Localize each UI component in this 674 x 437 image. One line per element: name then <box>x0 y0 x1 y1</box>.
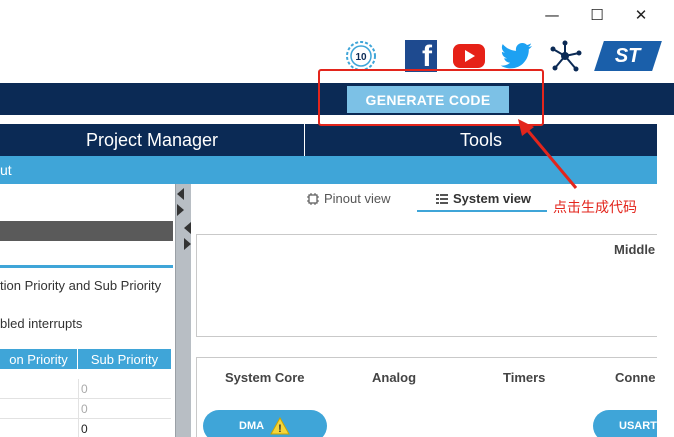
left-panel-divider <box>0 265 173 268</box>
maximize-button[interactable]: ☐ <box>585 4 609 26</box>
grid-list-icon <box>436 193 448 204</box>
right-window-edge <box>657 124 674 437</box>
sub-tab-label[interactable]: ut <box>0 162 12 178</box>
minimize-button[interactable]: — <box>540 4 564 26</box>
chip-icon <box>307 192 319 205</box>
middleware-box <box>196 234 666 337</box>
sub-priority-cell: 0 <box>78 379 88 399</box>
pinout-view-tab[interactable]: Pinout view <box>306 191 390 206</box>
left-panel-header-bar <box>0 221 173 241</box>
column-header-sub-priority[interactable]: Sub Priority <box>78 349 171 369</box>
table-row[interactable]: 0 <box>0 379 171 399</box>
system-view-active-indicator <box>417 210 547 212</box>
warning-icon: ! <box>270 417 290 435</box>
collapse-left-arrow-icon[interactable] <box>177 188 184 200</box>
category-connectivity: Conne <box>615 370 656 385</box>
column-header-preemption-priority[interactable]: on Priority <box>0 349 77 369</box>
nvic-table-header: on Priority Sub Priority <box>0 349 171 369</box>
tab-tools[interactable]: Tools <box>305 124 657 156</box>
warning-glyph: ! <box>278 423 282 435</box>
middleware-label: Middle <box>614 242 656 257</box>
facebook-glyph: f <box>422 40 432 73</box>
enabled-interrupts-label[interactable]: bled interrupts <box>0 316 82 331</box>
expand-arrow-icon[interactable] <box>184 238 191 250</box>
collapse-arrow-icon[interactable] <box>184 222 191 234</box>
annotation-arrow-icon <box>518 119 578 189</box>
category-analog: Analog <box>372 370 417 385</box>
dma-label: DMA <box>239 420 265 432</box>
table-row[interactable]: 0 <box>0 419 171 437</box>
tab-project-manager[interactable]: Project Manager <box>0 124 305 156</box>
sub-priority-cell: 0 <box>78 419 88 437</box>
priority-option-label[interactable]: tion Priority and Sub Priority <box>0 278 161 293</box>
network-icon[interactable] <box>547 38 583 74</box>
annotation-text: 点击生成代码 <box>553 200 637 216</box>
close-button[interactable]: ✕ <box>629 4 653 26</box>
category-system-core: System Core <box>225 370 305 385</box>
anniversary-badge-text: 10 <box>355 52 367 63</box>
pinout-view-label: Pinout view <box>324 191 391 206</box>
st-logo-text: ST <box>615 44 641 67</box>
sub-priority-cell: 0 <box>78 399 88 419</box>
category-timers: Timers <box>503 370 546 385</box>
expand-right-arrow-icon[interactable] <box>177 204 184 216</box>
dma-button[interactable]: DMA ! <box>203 410 327 437</box>
usart-label: USART <box>619 420 657 432</box>
st-logo[interactable]: ST <box>594 38 662 74</box>
table-row[interactable]: 0 <box>0 399 171 419</box>
